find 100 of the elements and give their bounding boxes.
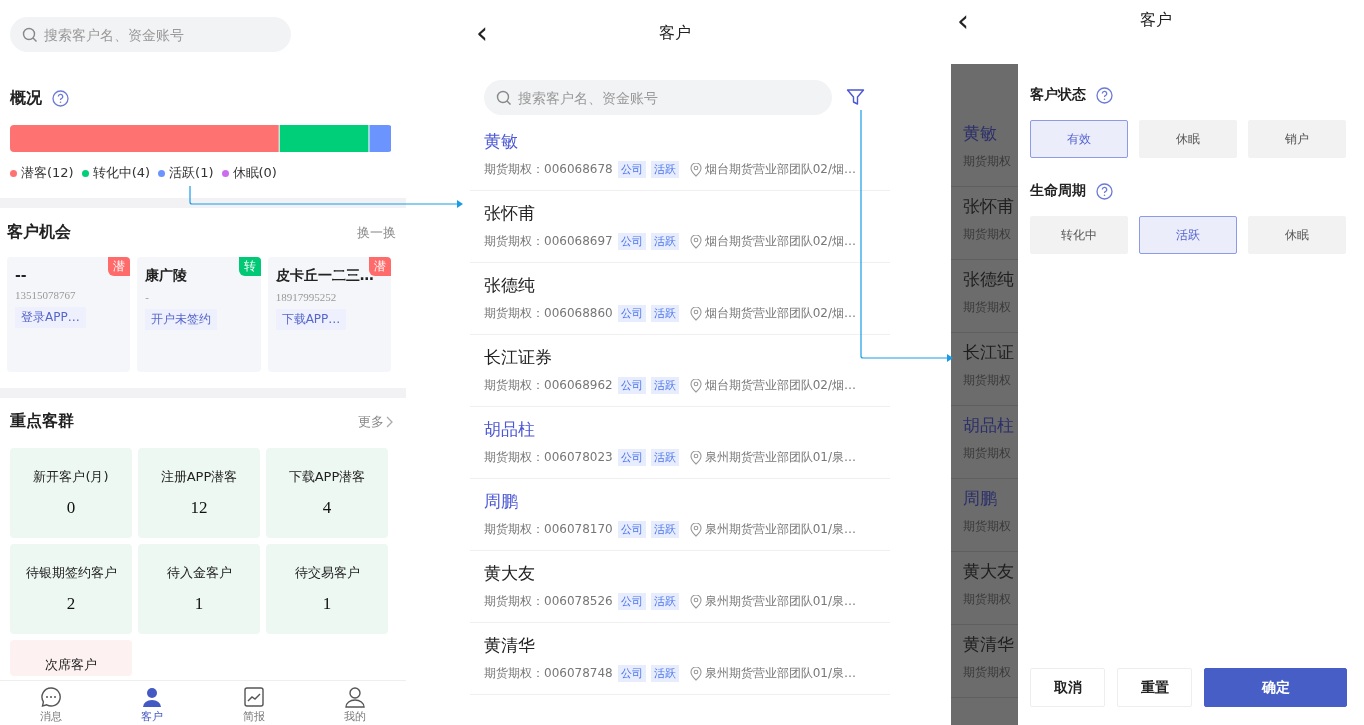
customer-name: 张怀甫 <box>962 195 1015 218</box>
account-number: 期货期权：006068697 <box>484 233 613 250</box>
customer-name: 黄清华 <box>962 633 1015 656</box>
customer-name[interactable]: 胡品柱 <box>484 418 535 441</box>
branch-location: 烟台期货营业部团队02/烟… <box>704 377 857 394</box>
branch-location: 烟台期货营业部团队02/烟… <box>704 305 857 322</box>
account-number: 期货期权：006068678 <box>484 161 613 178</box>
account-number: 期货期权：006078170 <box>484 521 613 538</box>
search-field[interactable]: 搜索客户名、资金账号 <box>484 80 832 115</box>
section-title: 重点客群 <box>10 411 74 432</box>
phone-number: 13515078767 <box>15 289 77 301</box>
filter-option[interactable]: 活跃 <box>1139 216 1237 254</box>
group-tile[interactable]: 下载APP潜客 4 <box>266 448 388 538</box>
opportunity-card[interactable]: 转 康广陵 - 开户未签约 <box>137 257 261 372</box>
customer-tag: 公司 <box>617 377 646 394</box>
group-tile[interactable]: 待交易客户 1 <box>266 544 388 634</box>
tab-bar-item[interactable]: 我的 <box>304 681 406 725</box>
branch-location: 烟台期货营业部团队02/烟… <box>704 233 857 250</box>
customer-name[interactable]: 黄大友 <box>484 562 535 585</box>
account-number: 期货期权：006078023 <box>484 449 613 466</box>
customer-name[interactable]: 张怀甫 <box>484 202 535 225</box>
filter-option[interactable]: 销户 <box>1248 120 1346 158</box>
group-tile[interactable]: 待银期签约客户 2 <box>10 544 132 634</box>
section-title: 客户机会 <box>7 222 71 243</box>
page-title: 客户 <box>659 22 691 44</box>
filter-section-title: 生命周期 <box>1030 182 1086 200</box>
phone-number: - <box>145 291 150 303</box>
customer-tag: 公司 <box>617 161 646 178</box>
group-tile[interactable]: 待入金客户 1 <box>138 544 260 634</box>
help-icon[interactable] <box>52 90 69 107</box>
back-button[interactable]: ‹ <box>476 18 488 48</box>
help-icon[interactable] <box>1096 86 1113 104</box>
location-pin-icon <box>689 594 702 609</box>
tab-bar-item[interactable]: 客户 <box>101 681 203 725</box>
group-label: 待入金客户 <box>166 564 232 582</box>
customer-tag: 活跃 <box>650 305 679 322</box>
branch-location: 烟台期货营业部团队02/烟… <box>704 161 857 178</box>
customer-name[interactable]: 长江证券 <box>484 346 552 369</box>
legend-label: 活跃(1) <box>169 164 214 182</box>
more-link[interactable]: 更多 <box>358 412 394 431</box>
customer-name[interactable]: 张德纯 <box>484 274 535 297</box>
user-outline-icon <box>344 686 367 708</box>
trend-chart-icon <box>242 686 265 708</box>
location-pin-icon <box>689 378 702 393</box>
customer-tag: 公司 <box>617 521 646 538</box>
page-title: 客户 <box>1139 10 1172 31</box>
confirm-button[interactable]: 确定 <box>1204 668 1347 707</box>
status-badge: 潜 <box>108 257 131 276</box>
secondary-button[interactable]: 取消 <box>1030 668 1105 707</box>
back-button[interactable]: ‹ <box>957 6 969 36</box>
status-tag: 开户未签约 <box>145 309 218 330</box>
filter-option[interactable]: 休眠 <box>1139 120 1237 158</box>
section-title: 概况 <box>10 88 42 109</box>
group-count: 1 <box>194 594 204 614</box>
location-pin-icon <box>689 450 702 465</box>
customer-tag: 活跃 <box>650 377 679 394</box>
legend-label: 转化中(4) <box>92 164 151 182</box>
customer-tag: 公司 <box>617 593 646 610</box>
opportunity-card[interactable]: 潜 -- 13515078767 登录APP… <box>7 257 131 372</box>
customer-name: 黄大友 <box>962 560 1015 583</box>
legend-label: 休眠(0) <box>232 164 277 182</box>
phone-number: 18917995252 <box>275 291 338 303</box>
refresh-link[interactable]: 换一换 <box>357 223 396 242</box>
filter-option[interactable]: 有效 <box>1030 120 1128 158</box>
filter-icon[interactable] <box>846 88 865 107</box>
group-label: 下载APP潜客 <box>288 468 366 486</box>
location-pin-icon <box>689 306 702 321</box>
chevron-right-icon <box>386 415 394 428</box>
tab-bar-item[interactable]: 简报 <box>203 681 305 725</box>
customer-tag: 活跃 <box>650 233 679 250</box>
filter-option[interactable]: 休眠 <box>1248 216 1346 254</box>
group-tile[interactable]: 新开客户(月) 0 <box>10 448 132 538</box>
account-number: 期货期权：006068860 <box>484 305 613 322</box>
search-icon <box>22 27 38 43</box>
customer-name[interactable]: 黄清华 <box>484 634 535 657</box>
group-label: 注册APP潜客 <box>160 468 238 486</box>
customer-name: 长江证 <box>962 341 1015 364</box>
account-number: 期货期权：006078526 <box>484 593 613 610</box>
customer-tag: 公司 <box>617 665 646 682</box>
customer-name: -- <box>15 267 28 283</box>
customer-tag: 活跃 <box>650 521 679 538</box>
group-tile[interactable]: 注册APP潜客 12 <box>138 448 260 538</box>
customer-tag: 公司 <box>617 449 646 466</box>
filter-option[interactable]: 转化中 <box>1030 216 1128 254</box>
customer-name: 胡品柱 <box>962 414 1015 437</box>
customer-name[interactable]: 周鹏 <box>484 490 518 513</box>
customer-tag: 活跃 <box>650 665 679 682</box>
location-pin-icon <box>689 522 702 537</box>
group-tile[interactable]: 次席客户 <box>10 640 132 676</box>
group-count: 12 <box>190 498 208 518</box>
help-icon[interactable] <box>1096 182 1113 200</box>
tab-bar-item[interactable]: 消息 <box>0 681 102 725</box>
customer-tag: 活跃 <box>650 449 679 466</box>
secondary-button[interactable]: 重置 <box>1117 668 1192 707</box>
group-label: 待交易客户 <box>294 564 360 582</box>
customer-name: 康广陵 <box>145 267 189 285</box>
account-number: 期货期权：006068962 <box>484 377 613 394</box>
customer-name[interactable]: 黄敏 <box>484 130 518 153</box>
location-pin-icon <box>689 666 702 681</box>
search-field[interactable]: 搜索客户名、资金账号 <box>10 17 291 52</box>
